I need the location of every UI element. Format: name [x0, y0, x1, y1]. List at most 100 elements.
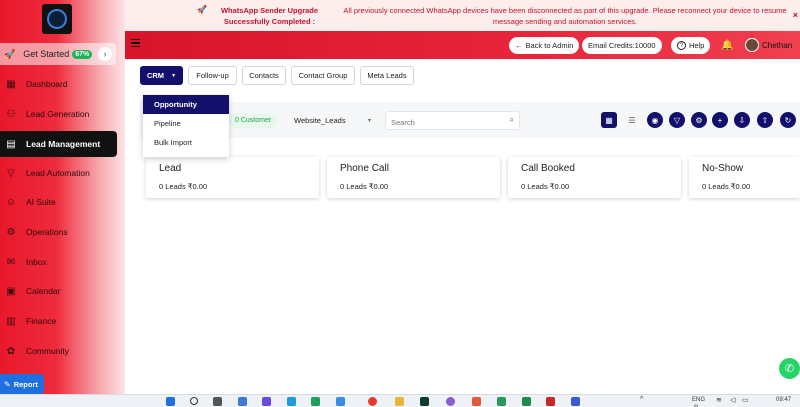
sidebar-item-lead-management[interactable]: ▤ Lead Management: [0, 131, 117, 157]
whatsapp-chat-button[interactable]: ✆: [779, 358, 800, 379]
app-icon[interactable]: [497, 397, 506, 406]
grid-view-button[interactable]: ▦: [601, 112, 617, 128]
sidebar-item-dashboard[interactable]: ▦ Dashboard: [0, 73, 117, 95]
pipeline-column-call-booked[interactable]: Call Booked 0 Leads ₹0.00: [508, 157, 681, 198]
tab-meta-leads[interactable]: Meta Leads: [360, 66, 414, 85]
community-icon: ✿: [6, 345, 16, 357]
menu-item-bulk-import[interactable]: Bulk Import: [143, 133, 229, 152]
tab-follow-up[interactable]: Follow-up: [188, 66, 237, 85]
list-view-button[interactable]: ☰: [624, 112, 640, 128]
chevron-up-icon[interactable]: ^: [640, 396, 643, 403]
column-title: Lead: [159, 163, 182, 174]
refresh-button[interactable]: ↻: [780, 112, 796, 128]
pdf-icon[interactable]: [546, 397, 555, 406]
tab-label: Meta Leads: [367, 71, 407, 80]
sidebar-item-ai-suite[interactable]: ☺ AI Suite: [0, 191, 117, 213]
clock[interactable]: 09:47: [776, 397, 791, 403]
search-box[interactable]: ⌕: [385, 111, 520, 131]
pipeline-column-lead[interactable]: Lead 0 Leads ₹0.00: [146, 157, 319, 198]
sidebar-item-label: Lead Automation: [26, 168, 90, 178]
hide-button[interactable]: ◉: [647, 112, 663, 128]
pipeline-column-no-show[interactable]: No-Show 0 Leads ₹0.00: [689, 157, 800, 198]
tab-label: Follow-up: [196, 71, 229, 80]
user-menu[interactable]: Chethan: [745, 38, 792, 52]
filter-bar: 0 Customer Website_Leads ▾ ⌕ ▦ ☰ ◉ ▽ ⚙ +…: [140, 102, 800, 138]
back-to-admin-label: Back to Admin: [525, 41, 574, 50]
avatar: [745, 38, 759, 52]
tab-contact-group[interactable]: Contact Group: [291, 66, 355, 85]
tab-contacts[interactable]: Contacts: [242, 66, 286, 85]
os-taskbar: ^ ENG IN ≋ ◁ ▭ 09:47: [0, 394, 800, 407]
search-icon[interactable]: ⌕: [510, 115, 514, 125]
export-icon: ⇧: [761, 115, 769, 125]
settings-button[interactable]: ⚙: [691, 112, 707, 128]
teams-icon[interactable]: [262, 397, 271, 406]
sidebar-item-operations[interactable]: ⚙ Operations: [0, 221, 117, 243]
dashboard-icon: ▦: [6, 78, 16, 90]
add-button[interactable]: +: [712, 112, 728, 128]
chevron-right-icon[interactable]: ›: [98, 47, 112, 61]
menu-item-opportunity[interactable]: Opportunity: [143, 95, 229, 114]
operations-icon: ⚙: [6, 226, 16, 238]
sidebar-item-lead-automation[interactable]: ▽ Lead Automation: [0, 162, 117, 184]
app-icon[interactable]: [446, 397, 455, 406]
sidebar-item-lead-generation[interactable]: ⚇ Lead Generation: [0, 103, 117, 125]
battery-icon[interactable]: ▭: [742, 396, 749, 404]
menu-icon[interactable]: [131, 39, 140, 47]
email-credits-label: Email Credits:10000: [588, 41, 656, 50]
chrome-icon[interactable]: [368, 397, 377, 406]
sidebar-item-calendar[interactable]: ▣ Calendar: [0, 280, 117, 302]
import-button[interactable]: ⇩: [734, 112, 750, 128]
app-icon[interactable]: [420, 397, 429, 406]
task-view-icon[interactable]: [213, 397, 222, 406]
sidebar-item-label: Dashboard: [26, 79, 68, 89]
plus-icon: +: [717, 115, 723, 125]
start-icon[interactable]: [166, 397, 175, 406]
funnel-icon: ▽: [7, 167, 15, 179]
report-button[interactable]: ✎ Report: [0, 374, 44, 394]
sidebar-item-community[interactable]: ✿ Community: [0, 340, 117, 362]
close-icon[interactable]: ×: [793, 10, 798, 20]
bell-icon[interactable]: 🔔: [721, 40, 733, 51]
app-logo[interactable]: [42, 4, 72, 34]
column-title: No-Show: [702, 163, 744, 174]
sidebar: 🚀 Get Started 67% › ▦ Dashboard ⚇ Lead G…: [0, 0, 125, 394]
edge-icon[interactable]: [287, 397, 296, 406]
pipeline-column-phone-call[interactable]: Phone Call 0 Leads ₹0.00: [327, 157, 500, 198]
wifi-icon[interactable]: ≋: [716, 396, 722, 404]
speaker-icon[interactable]: ◁: [730, 396, 735, 404]
sidebar-item-inbox[interactable]: ✉ Inbox: [0, 251, 117, 273]
export-button[interactable]: ⇧: [757, 112, 773, 128]
search-icon[interactable]: [190, 397, 198, 405]
folder-icon[interactable]: [395, 397, 404, 406]
report-label: Report: [13, 379, 38, 389]
excel-icon[interactable]: [522, 397, 531, 406]
eye-off-icon: ◉: [651, 115, 659, 125]
app-icon[interactable]: [571, 397, 580, 406]
lead-source-select[interactable]: Website_Leads ▾: [287, 112, 375, 129]
get-started-button[interactable]: 🚀 Get Started 67% ›: [0, 43, 116, 65]
app-icon[interactable]: [472, 397, 481, 406]
tab-crm[interactable]: CRM ▼: [140, 66, 183, 85]
arrow-left-icon: ←: [515, 41, 523, 50]
inbox-icon: ✉: [6, 256, 16, 268]
column-title: Phone Call: [340, 163, 389, 174]
menu-item-pipeline[interactable]: Pipeline: [143, 114, 229, 133]
sidebar-item-label: Inbox: [26, 257, 47, 267]
app-icon[interactable]: [311, 397, 320, 406]
back-to-admin-button[interactable]: ← Back to Admin: [509, 37, 580, 54]
sidebar-item-label: Operations: [26, 227, 68, 237]
help-button[interactable]: ? Help: [671, 37, 711, 54]
sidebar-item-finance[interactable]: ▥ Finance: [0, 310, 117, 332]
user-name: Chethan: [762, 40, 793, 50]
finance-icon: ▥: [6, 315, 16, 327]
search-input[interactable]: [386, 114, 501, 131]
filter-icon: ▽: [673, 115, 681, 125]
grid-icon: ▦: [605, 115, 613, 125]
top-header: ← Back to Admin Email Credits:10000 ? He…: [125, 31, 800, 59]
sidebar-item-label: Lead Management: [26, 139, 101, 149]
widgets-icon[interactable]: [238, 397, 247, 406]
get-started-label: Get Started: [23, 49, 70, 59]
app-icon[interactable]: [336, 397, 345, 406]
filter-button[interactable]: ▽: [669, 112, 685, 128]
